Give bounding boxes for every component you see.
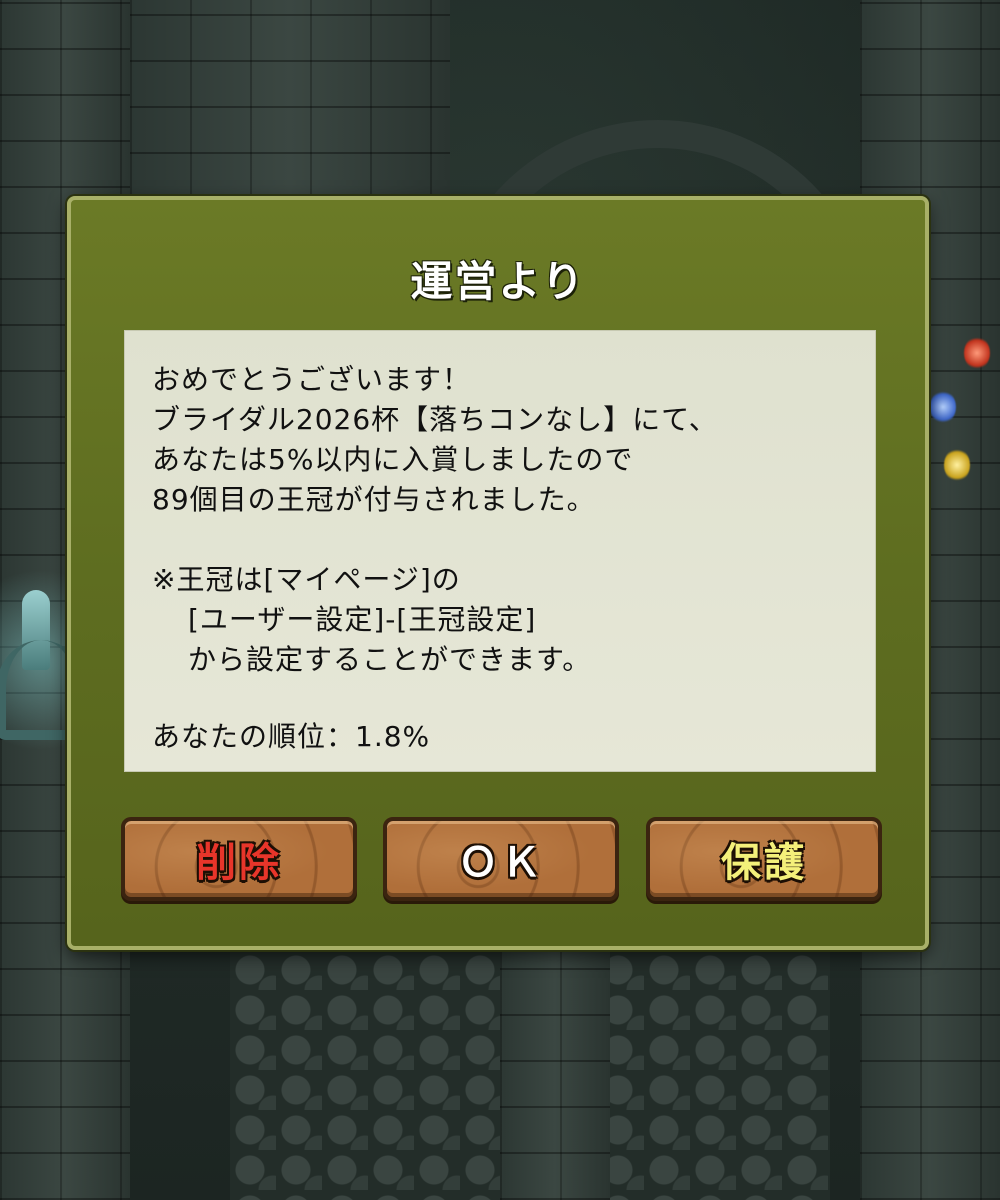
delete-button-label: 削除: [196, 840, 282, 886]
message-line: おめでとうございます！: [152, 363, 472, 396]
yellow-gem-icon: [944, 448, 970, 482]
rank-line: あなたの順位：1.8%: [152, 720, 431, 753]
protect-button[interactable]: 保護: [646, 817, 882, 901]
blue-gem-icon: [930, 390, 956, 424]
ok-button-label: ＯＫ: [458, 840, 544, 886]
message-line: ブライダル2026杯【落ちコンなし】にて、: [152, 403, 718, 436]
protect-button-label: 保護: [721, 840, 807, 886]
message-line: [ユーザー設定]-[王冠設定]: [188, 603, 537, 636]
ok-button[interactable]: ＯＫ: [383, 817, 619, 901]
message-line: から設定することができます。: [188, 643, 592, 676]
message-line: あなたは5%以内に入賞しましたので: [152, 443, 634, 476]
delete-button[interactable]: 削除: [121, 817, 357, 901]
red-gem-icon: [964, 336, 990, 370]
notice-dialog: 運営より おめでとうございます！ ブライダル2026杯【落ちコンなし】にて、 あ…: [67, 196, 929, 950]
stone-wall-top: [130, 0, 450, 200]
stone-column-bottom: [500, 950, 610, 1200]
message-box: おめでとうございます！ ブライダル2026杯【落ちコンなし】にて、 あなたは5%…: [124, 330, 876, 772]
message-line: 89個目の王冠が付与されました。: [152, 483, 596, 516]
message-line: ※王冠は[マイページ]の: [152, 563, 461, 596]
dialog-title: 運営より: [410, 257, 586, 306]
